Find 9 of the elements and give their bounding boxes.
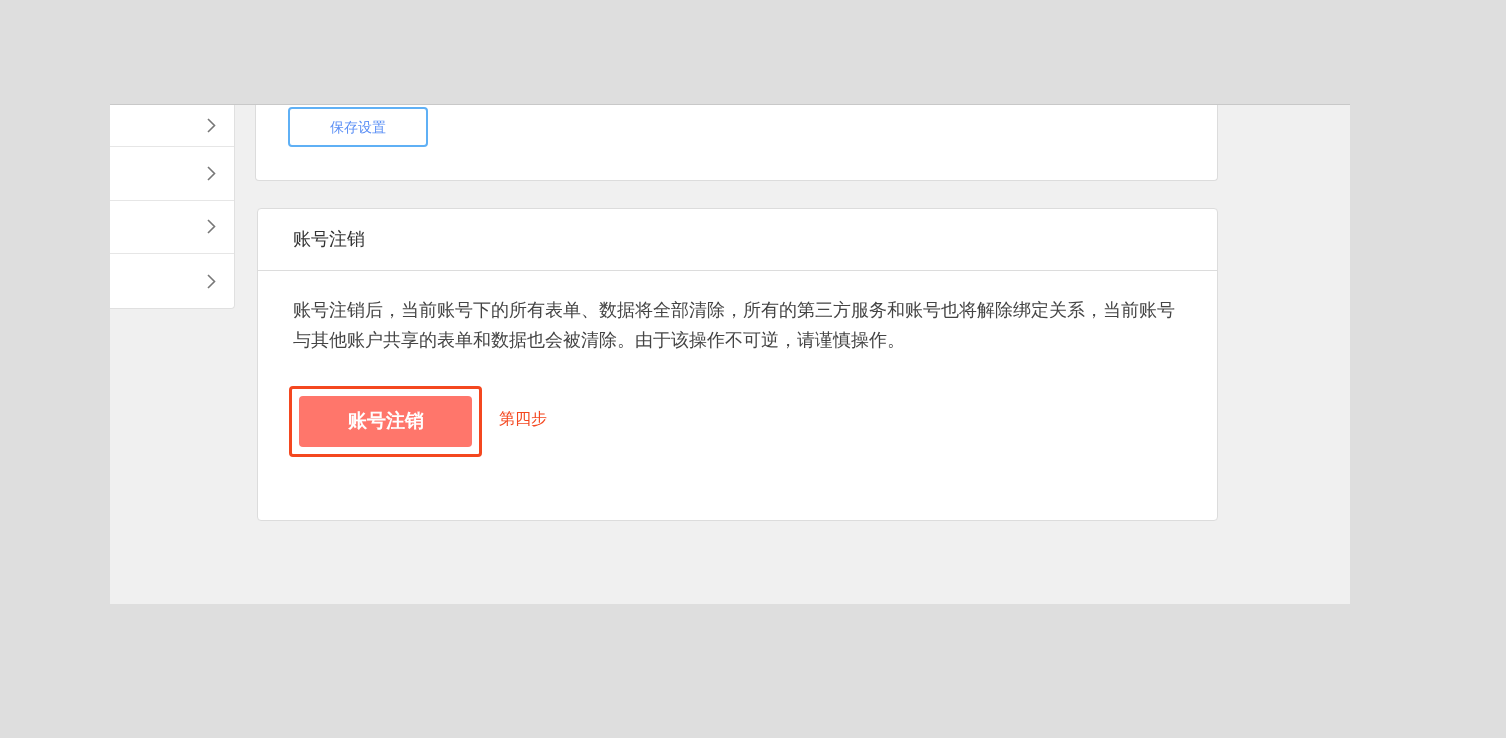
card-title: 账号注销 [293, 228, 365, 251]
warning-text: 账号注销后，当前账号下的所有表单、数据将全部清除，所有的第三方服务和账号也将解除绑定关系，当前账号与其他账户共享的表单和数据也会被清除。由于该操作不可逆，请谨慎操作。 [293, 299, 1176, 352]
chevron-right-icon [207, 165, 216, 181]
step-annotation: 第四步 [499, 408, 547, 429]
save-settings-button[interactable]: 保存设置 [288, 107, 428, 147]
deactivate-account-button[interactable]: 账号注销 [299, 396, 472, 447]
chevron-right-icon [207, 273, 216, 289]
chevron-right-icon [207, 117, 216, 133]
chevron-right-icon [207, 219, 216, 235]
